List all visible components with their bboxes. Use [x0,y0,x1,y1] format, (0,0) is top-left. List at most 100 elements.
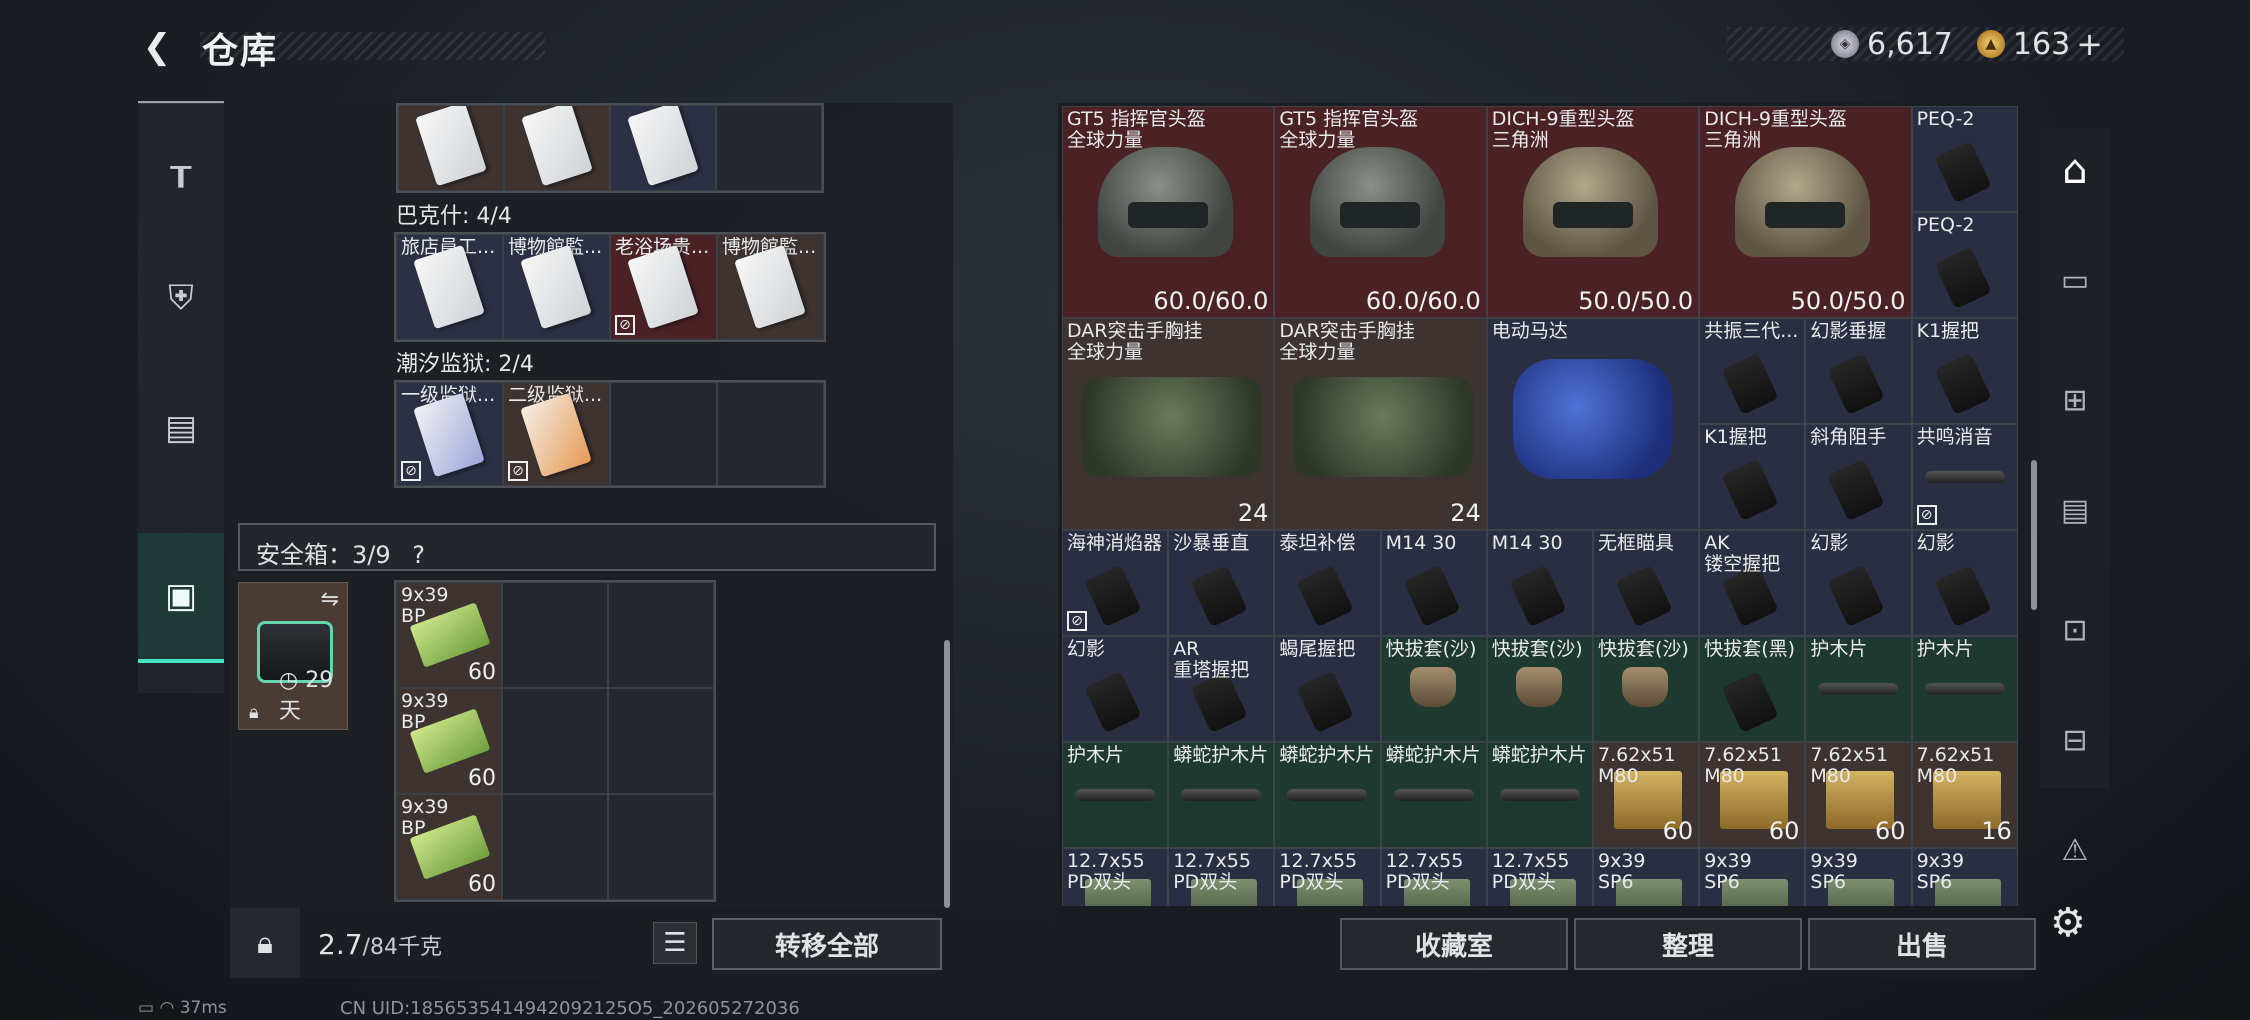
ammo-item[interactable]: 9x39 BP 60 [396,794,502,900]
ammo-item[interactable]: 9x39 BP 60 [396,688,502,794]
storage-item[interactable]: 12.7x55 PD双头 [1380,848,1487,906]
grid-cell[interactable] [717,382,824,486]
storage-item[interactable]: 护木片 [1911,636,2018,742]
storage-item[interactable]: 9x39 SP6 [1911,848,2018,906]
storage-item[interactable]: M14 30 [1380,530,1487,636]
storage-item[interactable]: 7.62x51 M80 16 [1911,742,2018,848]
swap-icon[interactable]: ⇋ [321,587,339,612]
keycard-item[interactable]: 旅店員工... [396,234,503,340]
storage-item[interactable]: 12.7x55 PD双头 [1486,848,1593,906]
ammo-item[interactable]: 9x39 BP 60 [396,582,502,688]
storage-item[interactable]: DICH-9重型头盔 三角洲 50.0/50.0 [1699,106,1912,318]
add-filter-icon[interactable]: ⊞ [2040,370,2110,430]
storage-item[interactable]: 泰坦补偿 [1274,530,1381,636]
backpack-tab-icon[interactable]: ▤ [138,363,224,493]
collection-room-button[interactable]: 收藏室 [1340,918,1568,970]
move-all-button[interactable]: 转移全部 [712,918,942,970]
storage-item[interactable]: 海神消焰器 ⊘ [1062,530,1169,636]
left-scrollbar[interactable] [944,640,950,908]
storage-item[interactable]: K1握把 [1699,424,1806,530]
weapon-filter-icon[interactable]: ⊟ [2040,710,2110,770]
grid-cell[interactable] [502,794,608,900]
storage-item[interactable]: DAR突击手胸挂 全球力量 24 [1062,318,1275,530]
list-view-button[interactable]: ☰ [653,922,697,964]
keycard-item[interactable]: 老浴场贵... ⊘ [610,234,717,340]
storage-item[interactable]: 7.62x51 M80 60 [1593,742,1700,848]
keycard-item[interactable]: 博物館監... [717,234,824,340]
storage-item[interactable]: DAR突击手胸挂 全球力量 24 [1274,318,1487,530]
storage-item[interactable]: AR 重塔握把 [1168,636,1275,742]
storage-item[interactable]: 7.62x51 M80 60 [1805,742,1912,848]
keycard-item[interactable]: 博物館監... [503,234,610,340]
storage-item[interactable]: 蝎尾握把 [1274,636,1381,742]
storage-item[interactable]: 蟒蛇护木片 [1274,742,1381,848]
item-label: 快拔套(沙) [1385,638,1477,660]
storage-item[interactable]: GT5 指挥官头盔 全球力量 60.0/60.0 [1274,106,1487,318]
storage-item[interactable]: 共鸣消音 ⊘ [1911,424,2018,530]
armor-tab-icon[interactable]: ⛨ [138,233,224,363]
bakesh-grid: 旅店員工... 博物館監... 老浴场贵... ⊘ 博物館監... [394,232,826,342]
storage-item[interactable]: 电动马达 [1486,318,1700,530]
storage-item[interactable]: DICH-9重型头盔 三角洲 50.0/50.0 [1486,106,1700,318]
storage-item[interactable]: 幻影 [1805,530,1912,636]
storage-item[interactable]: 蟒蛇护木片 [1380,742,1487,848]
storage-item[interactable]: 快拔套(沙) [1380,636,1487,742]
storage-item[interactable]: PEQ-2 [1911,212,2018,318]
gear-icon[interactable]: ⚙︎ [2050,900,2086,946]
storage-item[interactable]: 12.7x55 PD双头 [1168,848,1275,906]
storage-item[interactable]: 蟒蛇护木片 [1168,742,1275,848]
storage-item[interactable]: PEQ-2 [1911,106,2018,212]
back-icon[interactable]: ❮ [134,24,180,70]
storage-item[interactable]: AK 镂空握把 [1699,530,1806,636]
storage-item[interactable]: 幻影 [1911,530,2018,636]
safebox-item[interactable]: ⇋ 🔒︎ ◷ 29天 [238,582,348,730]
storage-item[interactable]: 幻影 [1062,636,1169,742]
storage-item[interactable]: 快拔套(黑) [1699,636,1806,742]
grid-cell[interactable] [716,105,822,191]
storage-item[interactable]: 护木片 [1062,742,1169,848]
folder-filter-icon[interactable]: ▭ [2040,250,2110,310]
folder-iv-icon[interactable]: ▤ [2040,480,2110,540]
storage-item[interactable]: K1握把 [1911,318,2018,424]
all-filter-icon[interactable]: ⌂ [2040,140,2110,200]
safebox-tab-icon[interactable]: ▣ [138,533,224,663]
right-scrollbar[interactable] [2031,460,2037,610]
grid-cell[interactable] [608,582,714,688]
storage-item[interactable]: 蟒蛇护木片 [1486,742,1593,848]
sort-button[interactable]: 整理 [1574,918,1802,970]
grid-cell[interactable] [504,105,610,191]
storage-item[interactable]: 幻影垂握 [1805,318,1912,424]
grid-cell[interactable] [502,688,608,794]
storage-item[interactable]: 9x39 SP6 [1805,848,1912,906]
lock-button[interactable]: 🔒︎ [230,908,300,978]
storage-item[interactable]: 快拔套(沙) [1486,636,1593,742]
storage-item[interactable]: 快拔套(沙) [1593,636,1700,742]
storage-item[interactable]: 12.7x55 PD双头 [1274,848,1381,906]
grid-cell[interactable] [610,382,717,486]
weapon-tab-icon[interactable]: ┰ [138,103,224,233]
storage-item[interactable]: 9x39 SP6 [1699,848,1806,906]
keycard-item[interactable]: 二级监狱... ⊘ [503,382,610,486]
keycard-item[interactable]: 一级监狱... ⊘ [396,382,503,486]
grid-cell[interactable] [610,105,716,191]
storage-item[interactable]: 9x39 SP6 [1593,848,1700,906]
storage-item[interactable]: 7.62x51 M80 60 [1699,742,1806,848]
item-label: M14 30 [1491,532,1563,554]
storage-item[interactable]: 护木片 [1805,636,1912,742]
sell-button[interactable]: 出售 [1808,918,2036,970]
storage-item[interactable]: 沙暴垂直 [1168,530,1275,636]
storage-item[interactable]: GT5 指挥官头盔 全球力量 60.0/60.0 [1062,106,1275,318]
storage-item[interactable]: 无框瞄具 [1593,530,1700,636]
add-currency-button[interactable]: + [2076,25,2103,63]
storage-item[interactable]: 共振三代... [1699,318,1806,424]
grid-cell[interactable] [398,105,504,191]
storage-item[interactable]: M14 30 [1486,530,1593,636]
warning-filter-icon[interactable]: ⚠︎ [2040,820,2110,880]
grid-cell[interactable] [608,794,714,900]
storage-item[interactable]: 12.7x55 PD双头 [1062,848,1169,906]
grid-cell[interactable] [502,582,608,688]
search-filter-icon[interactable]: ⊡ [2040,600,2110,660]
storage-item[interactable]: 斜角阻手 [1805,424,1912,530]
help-icon[interactable]: ? [412,541,425,569]
grid-cell[interactable] [608,688,714,794]
